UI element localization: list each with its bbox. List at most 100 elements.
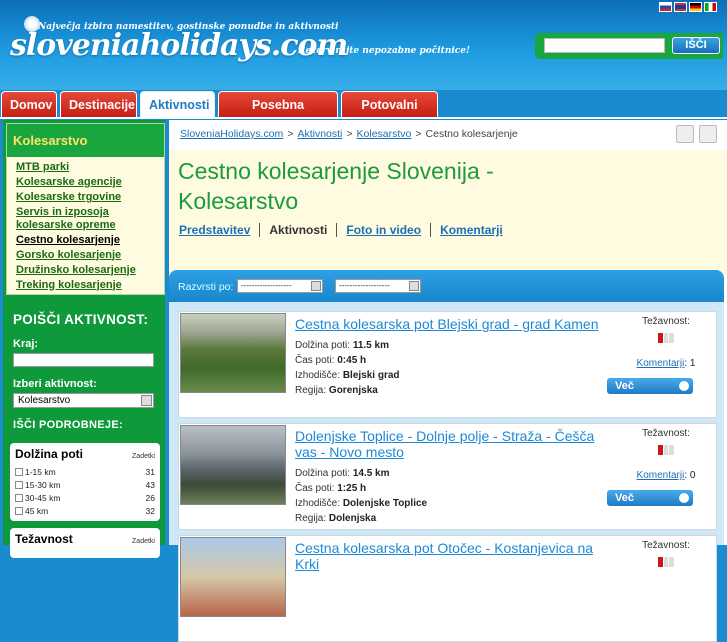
category-item: Treking kolesarjenje bbox=[16, 279, 164, 292]
site-logo[interactable]: sloveniaholidays.com bbox=[10, 16, 348, 63]
german-flag-icon[interactable] bbox=[689, 2, 702, 12]
category-item: MTB parki bbox=[16, 161, 164, 174]
breadcrumb-link[interactable]: Kolesarstvo bbox=[357, 128, 412, 140]
comments-link[interactable]: Komentarji bbox=[637, 470, 685, 481]
category-link[interactable]: Cestno kolesarjenje bbox=[16, 234, 120, 246]
result-title-link[interactable]: Dolenjske Toplice - Dolnje polje - Straž… bbox=[295, 428, 600, 460]
tab-posebna-ponudba[interactable]: Posebna ponudba bbox=[218, 91, 338, 138]
category-link[interactable]: Kolesarske trgovine bbox=[16, 191, 121, 203]
result-side: Težavnost: bbox=[616, 540, 716, 567]
difficulty-filter-title: Težavnost bbox=[15, 532, 73, 546]
length-option-count: 31 bbox=[145, 466, 155, 477]
email-icon[interactable] bbox=[699, 125, 717, 143]
finder-title: POIŠČI AKTIVNOST: bbox=[13, 312, 149, 327]
result-side: Težavnost: Komentarji: 0 Več bbox=[607, 428, 716, 506]
difficulty-bar bbox=[669, 445, 675, 455]
more-button-label: Več bbox=[615, 492, 634, 504]
start-label: Izhodišče: bbox=[295, 498, 341, 509]
breadcrumb-link[interactable]: Aktivnosti bbox=[297, 128, 342, 140]
length-filter-row: 30-45 km 26 bbox=[15, 491, 155, 504]
tab-destinacije[interactable]: Destinacije bbox=[60, 91, 137, 117]
category-link[interactable]: MTB parki bbox=[16, 161, 69, 173]
more-button[interactable]: Več bbox=[607, 378, 693, 394]
category-link[interactable]: Treking kolesarjenje bbox=[16, 279, 122, 291]
length-filter-row: 15-30 km 43 bbox=[15, 478, 155, 491]
site-search-input[interactable] bbox=[544, 38, 665, 53]
slovenian-flag-icon[interactable] bbox=[659, 2, 672, 12]
category-link[interactable]: Gorsko kolesarjenje bbox=[16, 249, 121, 261]
length-value: 11.5 km bbox=[352, 340, 389, 351]
breadcrumb: SloveniaHolidays.com > Aktivnosti > Kolesars… bbox=[180, 128, 518, 140]
checkbox[interactable] bbox=[15, 507, 23, 516]
breadcrumb-separator: > bbox=[346, 128, 353, 140]
comments-link[interactable]: Komentarji bbox=[637, 358, 685, 369]
sort-select-1[interactable]: ------------------- bbox=[237, 279, 323, 293]
region-value: Dolenjska bbox=[328, 513, 377, 524]
length-label: Dolžina poti: bbox=[295, 340, 351, 351]
english-flag-icon[interactable] bbox=[674, 2, 687, 12]
activity-finder: POIŠČI AKTIVNOST: Kraj: Izberi aktivnost… bbox=[13, 312, 154, 431]
length-filter-count-header: Zadetki bbox=[132, 453, 155, 460]
breadcrumb-link[interactable]: SloveniaHolidays.com bbox=[180, 128, 283, 140]
length-filter-header: Dolžina poti Zadetki bbox=[15, 447, 155, 461]
length-filter-row: 45 km 32 bbox=[15, 504, 155, 517]
sort-select-2[interactable]: ------------------- bbox=[335, 279, 421, 293]
result-side: Težavnost: Komentarji: 1 Več bbox=[607, 316, 716, 394]
difficulty-meter bbox=[658, 557, 675, 567]
checkbox[interactable] bbox=[15, 481, 23, 490]
length-option-label: 30-45 km bbox=[25, 492, 61, 503]
category-link[interactable]: Kolesarske agencije bbox=[16, 176, 122, 188]
length-option[interactable]: 1-15 km bbox=[15, 467, 56, 477]
print-icon[interactable] bbox=[676, 125, 694, 143]
length-option[interactable]: 45 km bbox=[15, 506, 48, 516]
length-option[interactable]: 30-45 km bbox=[15, 493, 60, 503]
result-thumbnail[interactable] bbox=[180, 537, 286, 617]
subtab-aktivnosti: Aktivnosti bbox=[259, 223, 336, 237]
site-slogan: Rezervirajte nepozabne počitnice! bbox=[298, 46, 470, 56]
time-value: 1:25 h bbox=[337, 483, 367, 494]
length-filter-rows: 1-15 km 31 15-30 km 43 30-45 km 26 45 km 32 bbox=[15, 465, 155, 517]
main-content: SloveniaHolidays.com > Aktivnosti > Kolesars… bbox=[169, 120, 727, 642]
difficulty-bar bbox=[669, 557, 675, 567]
subtab-predstavitev[interactable]: Predstavitev bbox=[179, 223, 259, 237]
length-option-count: 32 bbox=[145, 505, 155, 516]
sidebar: Kolesarstvo MTB parki Kolesarske agencije… bbox=[3, 120, 165, 558]
result-item: Dolenjske Toplice - Dolnje polje - Straž… bbox=[178, 423, 717, 530]
difficulty-filter-header: Težavnost Zadetki bbox=[15, 532, 155, 546]
result-title-link[interactable]: Cestna kolesarska pot Blejski grad - gra… bbox=[295, 316, 600, 332]
difficulty-bar bbox=[658, 445, 663, 455]
checkbox[interactable] bbox=[15, 468, 23, 477]
category-link[interactable]: Družinsko kolesarjenje bbox=[16, 264, 136, 276]
italian-flag-icon[interactable] bbox=[704, 2, 717, 12]
subtab-komentarji[interactable]: Komentarji bbox=[430, 223, 512, 237]
result-thumbnail[interactable] bbox=[180, 313, 286, 393]
more-button[interactable]: Več bbox=[607, 490, 693, 506]
start-value: Dolenjske Toplice bbox=[342, 498, 428, 509]
length-option-count: 26 bbox=[145, 492, 155, 503]
category-link[interactable]: Servis in izposoja kolesarske opreme bbox=[16, 206, 116, 231]
tab-aktivnosti[interactable]: Aktivnosti bbox=[140, 91, 215, 119]
checkbox[interactable] bbox=[15, 494, 23, 503]
difficulty-bar bbox=[663, 333, 669, 343]
region-value: Gorenjska bbox=[328, 385, 378, 396]
difficulty-bar bbox=[663, 557, 669, 567]
time-label: Čas poti: bbox=[295, 483, 335, 494]
logo-text: sloveniaholidays.com bbox=[10, 28, 348, 63]
length-option-label: 15-30 km bbox=[25, 479, 61, 490]
subtab-foto-in-video[interactable]: Foto in video bbox=[336, 223, 430, 237]
logo-sun-icon bbox=[24, 16, 40, 32]
site-search-button[interactable]: IŠČI bbox=[672, 37, 720, 54]
place-input[interactable] bbox=[13, 353, 154, 367]
advanced-search-label: IŠČI PODROBNEJE: bbox=[13, 419, 123, 431]
category-item: Cestno kolesarjenje bbox=[16, 234, 164, 247]
length-option-count: 43 bbox=[145, 479, 155, 490]
result-thumbnail[interactable] bbox=[180, 425, 286, 505]
start-value: Blejski grad bbox=[342, 370, 400, 381]
category-item: Kolesarske agencije bbox=[16, 176, 164, 189]
tab-potovalni-blog[interactable]: Potovalni blog bbox=[341, 91, 438, 138]
length-option[interactable]: 15-30 km bbox=[15, 480, 60, 490]
nav-divider bbox=[0, 117, 727, 119]
activity-select[interactable]: Kolesarstvo bbox=[13, 393, 154, 408]
comments-count: : 1 bbox=[684, 358, 696, 369]
tab-domov[interactable]: Domov bbox=[1, 91, 57, 117]
